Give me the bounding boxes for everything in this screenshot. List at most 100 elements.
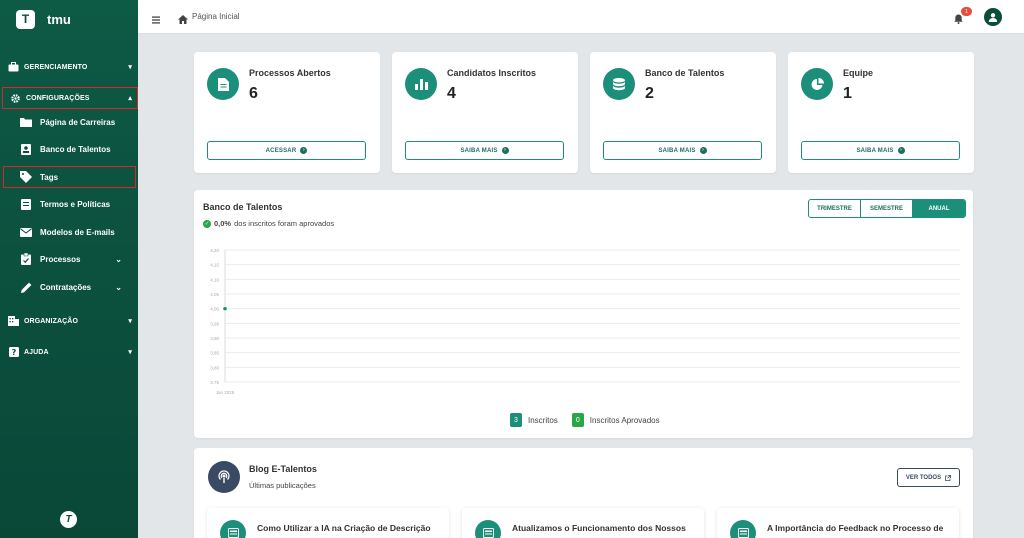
saiba-mais-button[interactable]: SAIBA MAIS › <box>801 141 960 160</box>
pencil-icon <box>20 281 32 293</box>
breadcrumb[interactable]: Página Inicial <box>192 12 240 21</box>
legend-label-inscritos[interactable]: Inscritos <box>528 416 558 425</box>
sidebar-item-tags[interactable]: Tags <box>3 166 136 188</box>
chevron-down-icon: ▾ <box>128 318 132 325</box>
avatar[interactable] <box>984 8 1002 26</box>
sidebar-item-contratacoes[interactable]: Contratações ⌄ <box>0 276 138 298</box>
y-tick-label: 4,00 <box>210 307 219 312</box>
mail-icon <box>20 226 32 238</box>
svg-text:?: ? <box>11 348 16 357</box>
period-trimestre-button[interactable]: TRIMESTRE <box>809 200 861 217</box>
newspaper-icon <box>475 520 501 538</box>
chevron-down-icon: ▾ <box>128 349 132 356</box>
saiba-mais-button[interactable]: SAIBA MAIS › <box>603 141 762 160</box>
arrow-right-icon: › <box>300 147 308 154</box>
contact-card-icon <box>20 143 32 155</box>
sidebar-item-label: Modelos de E-mails <box>40 227 115 237</box>
y-tick-label: 4,10 <box>210 277 219 282</box>
button-label: VER TODOS <box>905 474 942 481</box>
arrow-right-icon: › <box>501 147 509 154</box>
button-label: SAIBA MAIS <box>460 147 498 154</box>
sidebar-section-label: AJUDA <box>24 348 49 356</box>
chart-plot: 4,20 4,15 4,10 4,05 4,00 3,95 3,90 3,85 3,80 3,75… <box>210 248 960 395</box>
chevron-down-icon: ▾ <box>128 64 132 71</box>
arrow-right-icon: › <box>699 147 707 154</box>
saiba-mais-button[interactable]: SAIBA MAIS › <box>405 141 564 160</box>
building-icon <box>8 316 19 327</box>
sidebar-item-label: Contratações <box>40 282 92 292</box>
button-label: SAIBA MAIS <box>658 147 696 154</box>
legend-label-aprovados[interactable]: Inscritos Aprovados <box>590 416 660 425</box>
stat-value: 2 <box>645 85 654 102</box>
notification-badge: 1 <box>961 7 972 16</box>
blog-post-card[interactable]: Atualizamos o Funcionamento dos Nossos <box>462 508 704 538</box>
sidebar-section-gerenciamento[interactable]: GERENCIAMENTO ▾ <box>0 56 138 78</box>
period-selector: TRIMESTRE SEMESTRE ANUAL <box>808 199 966 218</box>
sidebar-item-label: Termos e Políticas <box>40 199 111 209</box>
sidebar-item-modelos-de-emails[interactable]: Modelos de E-mails <box>0 221 138 243</box>
stat-title: Equipe <box>843 68 874 78</box>
clipboard-icon <box>20 253 32 265</box>
sidebar-section-organizacao[interactable]: ORGANIZAÇÃO ▾ <box>0 310 138 332</box>
stat-card-candidatos-inscritos: Candidatos Inscritos 4 SAIBA MAIS › <box>392 52 578 173</box>
chevron-down-icon: ⌄ <box>115 282 122 292</box>
period-semestre-button[interactable]: SEMESTRE <box>861 200 913 217</box>
sidebar-item-label: Tags <box>40 172 59 182</box>
chart-subtitle: ✓ 0,0% dos inscritos foram aprovados <box>203 219 334 228</box>
pie-chart-icon <box>801 68 833 100</box>
sidebar-item-label: Processos <box>40 254 81 264</box>
chart-title: Banco de Talentos <box>203 202 283 212</box>
chevron-up-icon: ▴ <box>128 95 132 102</box>
x-tick-label: Jan 2025 <box>216 390 235 395</box>
stat-value: 6 <box>249 85 258 102</box>
sidebar-item-label: Banco de Talentos <box>40 144 111 154</box>
y-tick-label: 3,75 <box>210 380 219 385</box>
y-tick-label: 3,90 <box>210 336 219 341</box>
briefcase-icon <box>8 62 19 73</box>
folder-icon <box>20 116 32 128</box>
view-all-button[interactable]: VER TODOS <box>897 468 960 487</box>
bar-chart-icon <box>405 68 437 100</box>
sidebar-section-label: GERENCIAMENTO <box>24 63 88 71</box>
blog-post-title[interactable]: Como Utilizar a IA na Criação de Descriç… <box>257 523 431 533</box>
arrow-right-icon: › <box>897 147 905 154</box>
home-icon[interactable] <box>178 11 188 29</box>
chart-legend: 3 Inscritos 0 Inscritos Aprovados <box>510 413 674 427</box>
sidebar-section-ajuda[interactable]: ? AJUDA ▾ <box>0 341 138 363</box>
blog-post-title[interactable]: Atualizamos o Funcionamento dos Nossos <box>512 523 686 533</box>
sidebar-item-processos[interactable]: Processos ⌄ <box>0 248 138 270</box>
button-label: ACESSAR <box>265 147 297 154</box>
sidebar-section-configuracoes[interactable]: CONFIGURAÇÕES ▴ <box>2 87 138 109</box>
button-label: SAIBA MAIS <box>856 147 894 154</box>
sidebar-section-label: CONFIGURAÇÕES <box>26 94 90 102</box>
sidebar: T tmu GERENCIAMENTO ▾ CONFIGURAÇÕES ▴ Pá… <box>0 0 138 538</box>
acessar-button[interactable]: ACESSAR › <box>207 141 366 160</box>
stat-value: 4 <box>447 85 456 102</box>
y-tick-label: 3,80 <box>210 365 219 370</box>
blog-post-card[interactable]: Como Utilizar a IA na Criação de Descriç… <box>207 508 449 538</box>
data-point[interactable] <box>222 306 228 312</box>
newspaper-icon <box>730 520 756 538</box>
sidebar-item-pagina-de-carreiras[interactable]: Página de Carreiras <box>0 111 138 133</box>
sidebar-item-termos-e-politicas[interactable]: Termos e Políticas <box>0 193 138 215</box>
chart-card: Banco de Talentos ✓ 0,0% dos inscritos f… <box>194 190 973 438</box>
approval-text: dos inscritos foram aprovados <box>234 219 335 228</box>
newspaper-icon <box>220 520 246 538</box>
external-link-icon <box>945 474 952 481</box>
hamburger-menu-icon[interactable] <box>152 11 160 24</box>
blog-post-title[interactable]: A Importância do Feedback no Processo de <box>767 523 943 533</box>
chevron-down-icon: ⌄ <box>115 254 122 264</box>
podcast-icon <box>208 461 240 493</box>
legend-count-aprovados[interactable]: 0 <box>571 413 584 427</box>
brand-name: tmu <box>47 11 71 27</box>
period-anual-button[interactable]: ANUAL <box>913 200 965 217</box>
sidebar-item-banco-de-talentos[interactable]: Banco de Talentos <box>0 138 138 160</box>
legend-count-inscritos[interactable]: 3 <box>510 413 522 427</box>
blog-card: Blog E-Talentos Últimas publicações VER … <box>194 448 973 538</box>
stat-title: Processos Abertos <box>249 68 331 78</box>
blog-post-card[interactable]: A Importância do Feedback no Processo de <box>717 508 959 538</box>
y-tick-label: 3,85 <box>210 351 219 356</box>
brand[interactable]: T tmu <box>0 0 138 38</box>
stat-card-equipe: Equipe 1 SAIBA MAIS › <box>788 52 974 173</box>
stat-title: Banco de Talentos <box>645 68 725 78</box>
